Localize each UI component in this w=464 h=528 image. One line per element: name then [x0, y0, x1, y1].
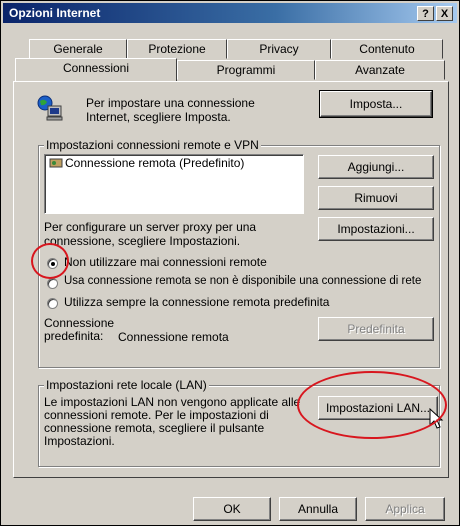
- remove-button[interactable]: Rimuovi: [318, 186, 434, 210]
- lan-legend: Impostazioni rete locale (LAN): [44, 378, 209, 392]
- tab-contenuto[interactable]: Contenuto: [331, 39, 443, 59]
- dialog-window: Opzioni Internet ? X Generale Protezione…: [0, 0, 460, 526]
- close-button[interactable]: X: [436, 6, 453, 21]
- radio-never-dial-label[interactable]: Non utilizzare mai connessioni remote: [64, 255, 267, 269]
- title-bar[interactable]: Opzioni Internet ? X: [3, 3, 457, 23]
- highlight-circle-radio: [31, 243, 69, 279]
- setup-description: Per impostare una connessione Internet, …: [86, 96, 255, 124]
- cancel-button[interactable]: Annulla: [279, 497, 357, 521]
- default-connection-value: Connessione remota: [118, 330, 229, 344]
- proxy-description: Per configurare un server proxy per una …: [44, 220, 257, 248]
- tab-avanzate[interactable]: Avanzate: [315, 60, 445, 80]
- tab-generale[interactable]: Generale: [29, 39, 127, 59]
- setup-button[interactable]: Imposta...: [319, 90, 433, 118]
- default-connection-label: Connessione predefinita:: [44, 316, 115, 343]
- tab-protezione[interactable]: Protezione: [127, 39, 227, 59]
- dialup-legend: Impostazioni connessioni remote e VPN: [44, 138, 261, 152]
- list-item[interactable]: Connessione remota (Predefinito): [65, 156, 244, 170]
- radio-always-dial-label[interactable]: Utilizza sempre la connessione remota pr…: [64, 295, 329, 309]
- ok-button[interactable]: OK: [193, 497, 271, 521]
- radio-always-dial[interactable]: [47, 298, 58, 309]
- connection-list[interactable]: Connessione remota (Predefinito): [44, 154, 304, 214]
- highlight-ellipse-lan-button: [297, 371, 447, 439]
- globe-computer-icon: [36, 94, 64, 122]
- settings-button[interactable]: Impostazioni...: [318, 217, 434, 241]
- add-button[interactable]: Aggiungi...: [318, 155, 434, 179]
- dialup-connection-icon: [49, 157, 63, 169]
- radio-dial-when-no-network-label[interactable]: Usa connessione remota se non è disponib…: [64, 275, 421, 287]
- radio-dial-when-no-network[interactable]: [47, 278, 58, 289]
- tab-programmi[interactable]: Programmi: [177, 60, 315, 80]
- tab-connessioni[interactable]: Connessioni: [15, 58, 177, 81]
- apply-button[interactable]: Applica: [365, 497, 445, 521]
- set-default-button[interactable]: Predefinita: [318, 317, 434, 341]
- lan-description: Le impostazioni LAN non vengono applicat…: [44, 395, 301, 448]
- tab-privacy[interactable]: Privacy: [227, 39, 331, 59]
- window-title: Opzioni Internet: [9, 6, 101, 20]
- help-button[interactable]: ?: [417, 6, 434, 21]
